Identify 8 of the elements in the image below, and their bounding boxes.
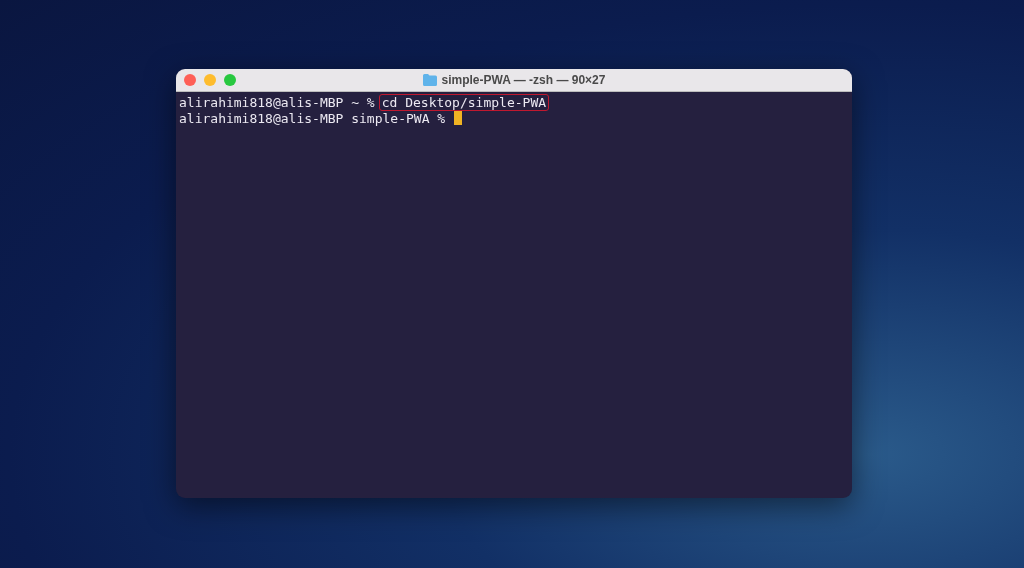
prompt-text: alirahimi818@alis-MBP ~ % (179, 94, 375, 110)
highlighted-command: cd Desktop/simple-PWA (378, 93, 550, 111)
prompt-text: alirahimi818@alis-MBP simple-PWA % (179, 110, 446, 126)
folder-icon (422, 74, 437, 86)
zoom-button[interactable] (224, 74, 236, 86)
window-title: simple-PWA — -zsh — 90×27 (441, 73, 606, 87)
minimize-button[interactable] (204, 74, 216, 86)
close-button[interactable] (184, 74, 196, 86)
